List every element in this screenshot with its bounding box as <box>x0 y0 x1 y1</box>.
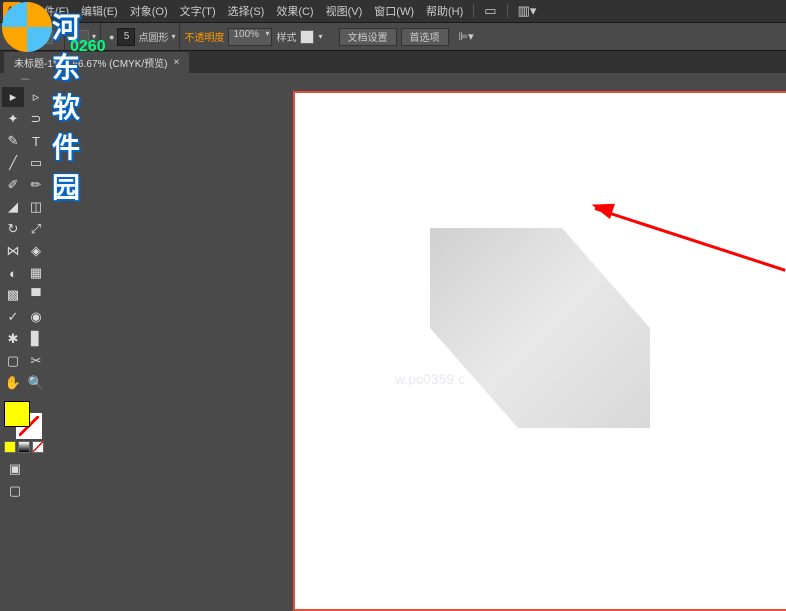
screen-mode-normal[interactable]: ▣ <box>4 459 26 479</box>
menu-object[interactable]: 对象(O) <box>124 0 174 23</box>
tab-bar: 未标题-1* @ 66.67% (CMYK/预览) × <box>0 51 786 73</box>
color-mode-swatch[interactable] <box>4 441 16 453</box>
gradient-tool[interactable]: ▀ <box>25 285 47 305</box>
control-bar: ▾ ▾ ● 点圆形 ▾ 不透明度 100% 样式 ▾ 文档设置 首选项 ⊫▾ <box>0 23 786 51</box>
scale-tool[interactable]: ⤢ <box>25 219 47 239</box>
gradient-shape[interactable] <box>430 228 650 428</box>
menu-help[interactable]: 帮助(H) <box>420 0 469 23</box>
align-icon[interactable]: ⊫▾ <box>453 28 480 45</box>
stroke-control[interactable] <box>73 30 89 44</box>
fill-stroke-swatches[interactable] <box>4 401 44 437</box>
preferences-button[interactable]: 首选项 <box>401 28 449 46</box>
opacity-input[interactable]: 100% <box>228 28 272 46</box>
menu-select[interactable]: 选择(S) <box>222 0 271 23</box>
type-tool[interactable]: T <box>25 131 47 151</box>
symbol-sprayer-tool[interactable]: ✱ <box>2 329 24 349</box>
screen-mode-toggle[interactable]: ▢ <box>4 481 26 501</box>
line-tool[interactable]: ╱ <box>2 153 24 173</box>
hand-tool[interactable]: ✋ <box>2 373 24 393</box>
blob-brush-tool[interactable]: ◢ <box>2 197 24 217</box>
faint-watermark: w.pc0359.c <box>395 371 465 387</box>
no-selection-swatch[interactable] <box>8 30 24 44</box>
menu-type[interactable]: 文字(T) <box>174 0 222 23</box>
gradient-mode-swatch[interactable] <box>18 441 30 453</box>
stroke-weight-input[interactable] <box>117 28 135 46</box>
paintbrush-tool[interactable]: ✐ <box>2 175 24 195</box>
artboard-tool[interactable]: ▢ <box>2 351 24 371</box>
menu-view[interactable]: 视图(V) <box>320 0 369 23</box>
canvas-area[interactable]: w.pc0359.c <box>50 73 786 611</box>
rectangle-tool[interactable]: ▭ <box>25 153 47 173</box>
fill-control[interactable] <box>37 30 53 44</box>
menu-edit[interactable]: 编辑(E) <box>75 0 124 23</box>
menu-separator <box>507 4 508 18</box>
eraser-tool[interactable]: ◫ <box>25 197 47 217</box>
style-dropdown-icon[interactable]: ▾ <box>318 32 322 41</box>
main-area: ▪▪▪▪ ▸ ▹ ✦ ⊃ ✎ T ╱ ▭ ✐ ✏ ◢ ◫ ↻ ⤢ ⋈ <box>0 73 786 611</box>
app-icon: Ai <box>3 2 21 20</box>
opacity-label[interactable]: 不透明度 <box>184 29 224 44</box>
tab-close-icon[interactable]: × <box>174 57 180 68</box>
slice-tool[interactable]: ✂ <box>25 351 47 371</box>
menu-separator <box>473 4 474 18</box>
annotation-arrow <box>595 188 786 228</box>
tools-panel: ▪▪▪▪ ▸ ▹ ✦ ⊃ ✎ T ╱ ▭ ✐ ✏ ◢ ◫ ↻ ⤢ ⋈ <box>0 73 50 611</box>
eyedropper-tool[interactable]: ✓ <box>2 307 24 327</box>
selection-tool[interactable]: ▸ <box>2 87 24 107</box>
menu-effect[interactable]: 效果(C) <box>270 0 319 23</box>
menu-file[interactable]: 文件(F) <box>27 0 75 23</box>
fill-dropdown-icon[interactable]: ▾ <box>56 32 60 41</box>
zoom-tool[interactable]: 🔍 <box>25 373 47 393</box>
none-mode-swatch[interactable] <box>32 441 44 453</box>
column-graph-tool[interactable]: ▊ <box>25 329 47 349</box>
menu-bar: Ai 文件(F) 编辑(E) 对象(O) 文字(T) 选择(S) 效果(C) 视… <box>0 0 786 23</box>
stroke-dropdown-icon[interactable]: ▾ <box>92 32 96 41</box>
artboard[interactable] <box>293 91 786 611</box>
magic-wand-tool[interactable]: ✦ <box>2 109 24 129</box>
document-tab[interactable]: 未标题-1* @ 66.67% (CMYK/预览) × <box>4 52 189 73</box>
bullet-icon: ● <box>109 32 114 42</box>
tab-title: 未标题-1* @ 66.67% (CMYK/预览) <box>14 55 168 70</box>
pen-tool[interactable]: ✎ <box>2 131 24 151</box>
panel-grabber[interactable]: ▪▪▪▪ <box>2 77 48 85</box>
style-swatch[interactable] <box>300 30 314 44</box>
rotate-tool[interactable]: ↻ <box>2 219 24 239</box>
color-area: ▣ ▢ <box>2 399 48 503</box>
style-label: 样式 <box>276 29 296 44</box>
lasso-tool[interactable]: ⊃ <box>25 109 47 129</box>
stroke-profile-dropdown-icon[interactable]: ▾ <box>171 32 175 41</box>
arrange-icon[interactable]: ▥▾ <box>512 1 543 21</box>
blend-tool[interactable]: ◉ <box>25 307 47 327</box>
document-setup-button[interactable]: 文档设置 <box>339 28 397 46</box>
perspective-grid-tool[interactable]: ▦ <box>25 263 47 283</box>
workspace-icon[interactable]: ▭ <box>478 1 502 21</box>
mesh-tool[interactable]: ▩ <box>2 285 24 305</box>
pencil-tool[interactable]: ✏ <box>25 175 47 195</box>
menu-window[interactable]: 窗口(W) <box>368 0 420 23</box>
free-transform-tool[interactable]: ◈ <box>25 241 47 261</box>
shape-builder-tool[interactable]: ◐ <box>2 263 24 283</box>
fill-color-swatch[interactable] <box>4 401 30 427</box>
direct-selection-tool[interactable]: ▹ <box>25 87 47 107</box>
width-tool[interactable]: ⋈ <box>2 241 24 261</box>
stroke-profile-label: 点圆形 <box>138 29 168 44</box>
